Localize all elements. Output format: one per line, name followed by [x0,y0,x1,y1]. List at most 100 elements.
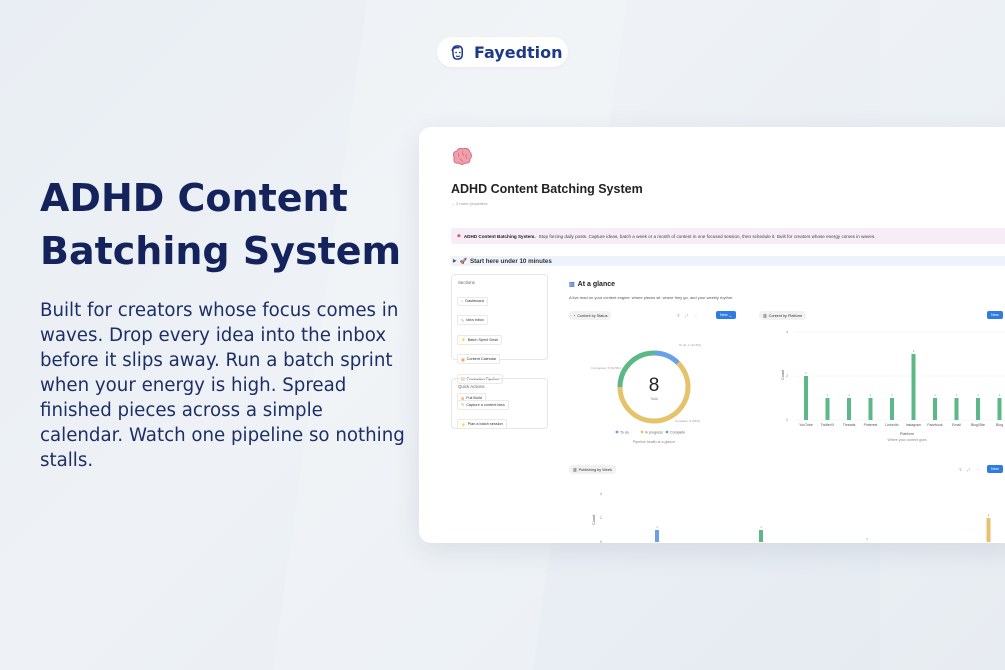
legend-label: In progress [645,431,663,435]
quick-action-label: Capture a content idea [466,402,505,407]
bar [954,398,959,420]
chart-toolbar[interactable]: ⊽ ⤢ ⋯ [959,467,981,472]
brain-icon [452,147,472,165]
chart-caption: Where your content goes [887,438,926,442]
bar-value-label: 1 [999,393,1001,397]
glance-heading: ▥ At a glance [569,281,615,288]
bar-value-label: 2 [988,513,990,517]
item-icon: ⚡ [461,422,466,427]
status-donut-chart: 8Total To do: 1 (12.5%) In progress: 5 (62… [591,343,701,444]
chart-tag-status[interactable]: ◔ Content by Status [569,311,612,320]
new-button[interactable]: New [987,311,1003,319]
bar-value-label: 2 [805,371,807,375]
bar-chart-icon: ▥ [573,468,577,472]
item-icon: ▦ [461,357,465,362]
y-tick-label: 2 [600,516,602,520]
hero-title: ADHD Content Batching System [40,172,410,278]
donut-center-label: Total [650,397,658,401]
donut-slice [653,350,680,365]
toggle-label: Start here under 10 minutes [469,257,552,265]
quick-action-plan-a-batch-session[interactable]: ⚡ Plan a batch session [457,419,507,429]
hero-title-line-1: ADHD Content [40,176,348,220]
bar [655,530,659,542]
y-tick-label: 0 [600,540,602,543]
glance-subtitle: A live read on your content engine: wher… [569,295,734,300]
bar [759,530,763,542]
y-tick-label: 2 [786,374,788,378]
bar [976,398,980,420]
section-link-dashboard[interactable]: ⌂ Dashboard [457,296,488,306]
bar-value-label: 1 [956,393,958,397]
brand-badge: Fayedtion [437,37,568,67]
hero-description: Built for creators whose focus comes in … [40,300,405,471]
triangle-right-icon: ▶ [453,258,457,263]
section-link-idea-inbox[interactable]: ✎ Idea Inbox [457,315,488,325]
bar [868,398,873,420]
more-properties-link[interactable]: ← 3 more properties [451,201,487,206]
quick-actions-panel: Quick Actions ✎ Capture a content idea ⚡ Pl… [451,378,548,429]
bar-value-label: 1 [977,393,979,397]
pin-icon: ◆ [457,233,461,239]
bar [933,398,937,420]
hero-title-line-2: Batching System [40,229,402,273]
x-tick-label: Pinterest [864,423,878,427]
bar-value-label: 1 [848,393,850,397]
pie-icon: ◔ [573,313,576,318]
section-link-label: Dashboard [465,299,484,303]
bar [804,376,808,420]
bar [847,398,851,420]
section-link-label: Idea Inbox [466,318,484,322]
bar-value-label: 1 [656,525,658,529]
bar-value-label: 0 [866,537,868,541]
y-tick-label: 4 [600,492,602,496]
bar-value-label: 1 [934,393,936,397]
bar [825,398,830,420]
chart-icon: ▥ [569,282,575,288]
item-icon: ✎ [461,403,465,407]
section-link-label: Batch Sprint Desk [467,337,499,342]
week-bar-chart: 0 2 4 Count 1 1 0 2 [592,492,991,543]
section-link-label: Content Calendar [466,357,497,361]
callout-text: Stop forcing daily posts. Capture ideas,… [538,233,876,239]
chart-caption: Pipeline health at a glance [633,440,675,444]
bar [986,518,991,542]
x-tick-label: Email [952,423,961,427]
brand-name: Fayedtion [474,42,563,62]
section-link-content-calendar[interactable]: ▦ Content Calendar [457,354,501,364]
section-link-batch-sprint-desk[interactable]: ⚡ Batch Sprint Desk [457,334,503,345]
sections-heading: Sections [458,280,475,285]
page-title: ADHD Content Batching System [451,182,643,196]
notion-screenshot: ADHD Content Batching System ← 3 more pr… [419,127,1005,543]
x-tick-label: Instagram [906,423,922,427]
bar [890,398,894,420]
start-here-toggle[interactable]: ▶ 🚀 Start here under 10 minutes [451,256,1005,266]
y-tick-label: 0 [786,418,788,422]
callout-strong: ADHD Content Batching System. [463,233,536,239]
face-outline-icon [451,44,464,60]
chart-tag-platform[interactable]: ▥ Content by Platform [759,311,807,320]
legend-dot [615,430,619,434]
x-axis-label: Platform [900,432,914,436]
x-tick-label: Blog/Site [971,423,985,427]
platform-bar-chart: 024Count 2YouTube1Twitter/X1Threads1Pinte… [781,330,1005,442]
quick-action-capture-a-content-idea[interactable]: ✎ Capture a content idea [457,399,509,410]
x-tick-label: Blog [996,423,1003,427]
new-button[interactable]: New ⌄ [716,311,736,319]
chart-title-week: Publishing by Week [578,467,612,472]
chart-toolbar[interactable]: ⊽ ⤢ ⋯ [677,313,699,318]
bar-value-label: 1 [827,393,829,397]
chart-tag-week[interactable]: ▥ Publishing by Week [569,465,616,474]
bar [911,354,916,420]
glance-title: At a glance [577,281,616,288]
x-tick-label: Twitter/X [821,423,835,427]
item-icon: ⌂ [461,299,464,303]
legend-dot [665,430,669,434]
new-button[interactable]: New [987,465,1003,473]
legend-label: Complete [670,431,685,435]
item-icon: ⚡ [461,338,466,342]
slice-label: In progress: 5 (62.5%) [591,366,621,370]
quick-action-label: Plan a batch session [467,422,503,426]
chart-title-platform: Content by Platform [768,313,803,318]
x-tick-label: Facebook [927,423,943,427]
legend-dot [640,430,644,434]
